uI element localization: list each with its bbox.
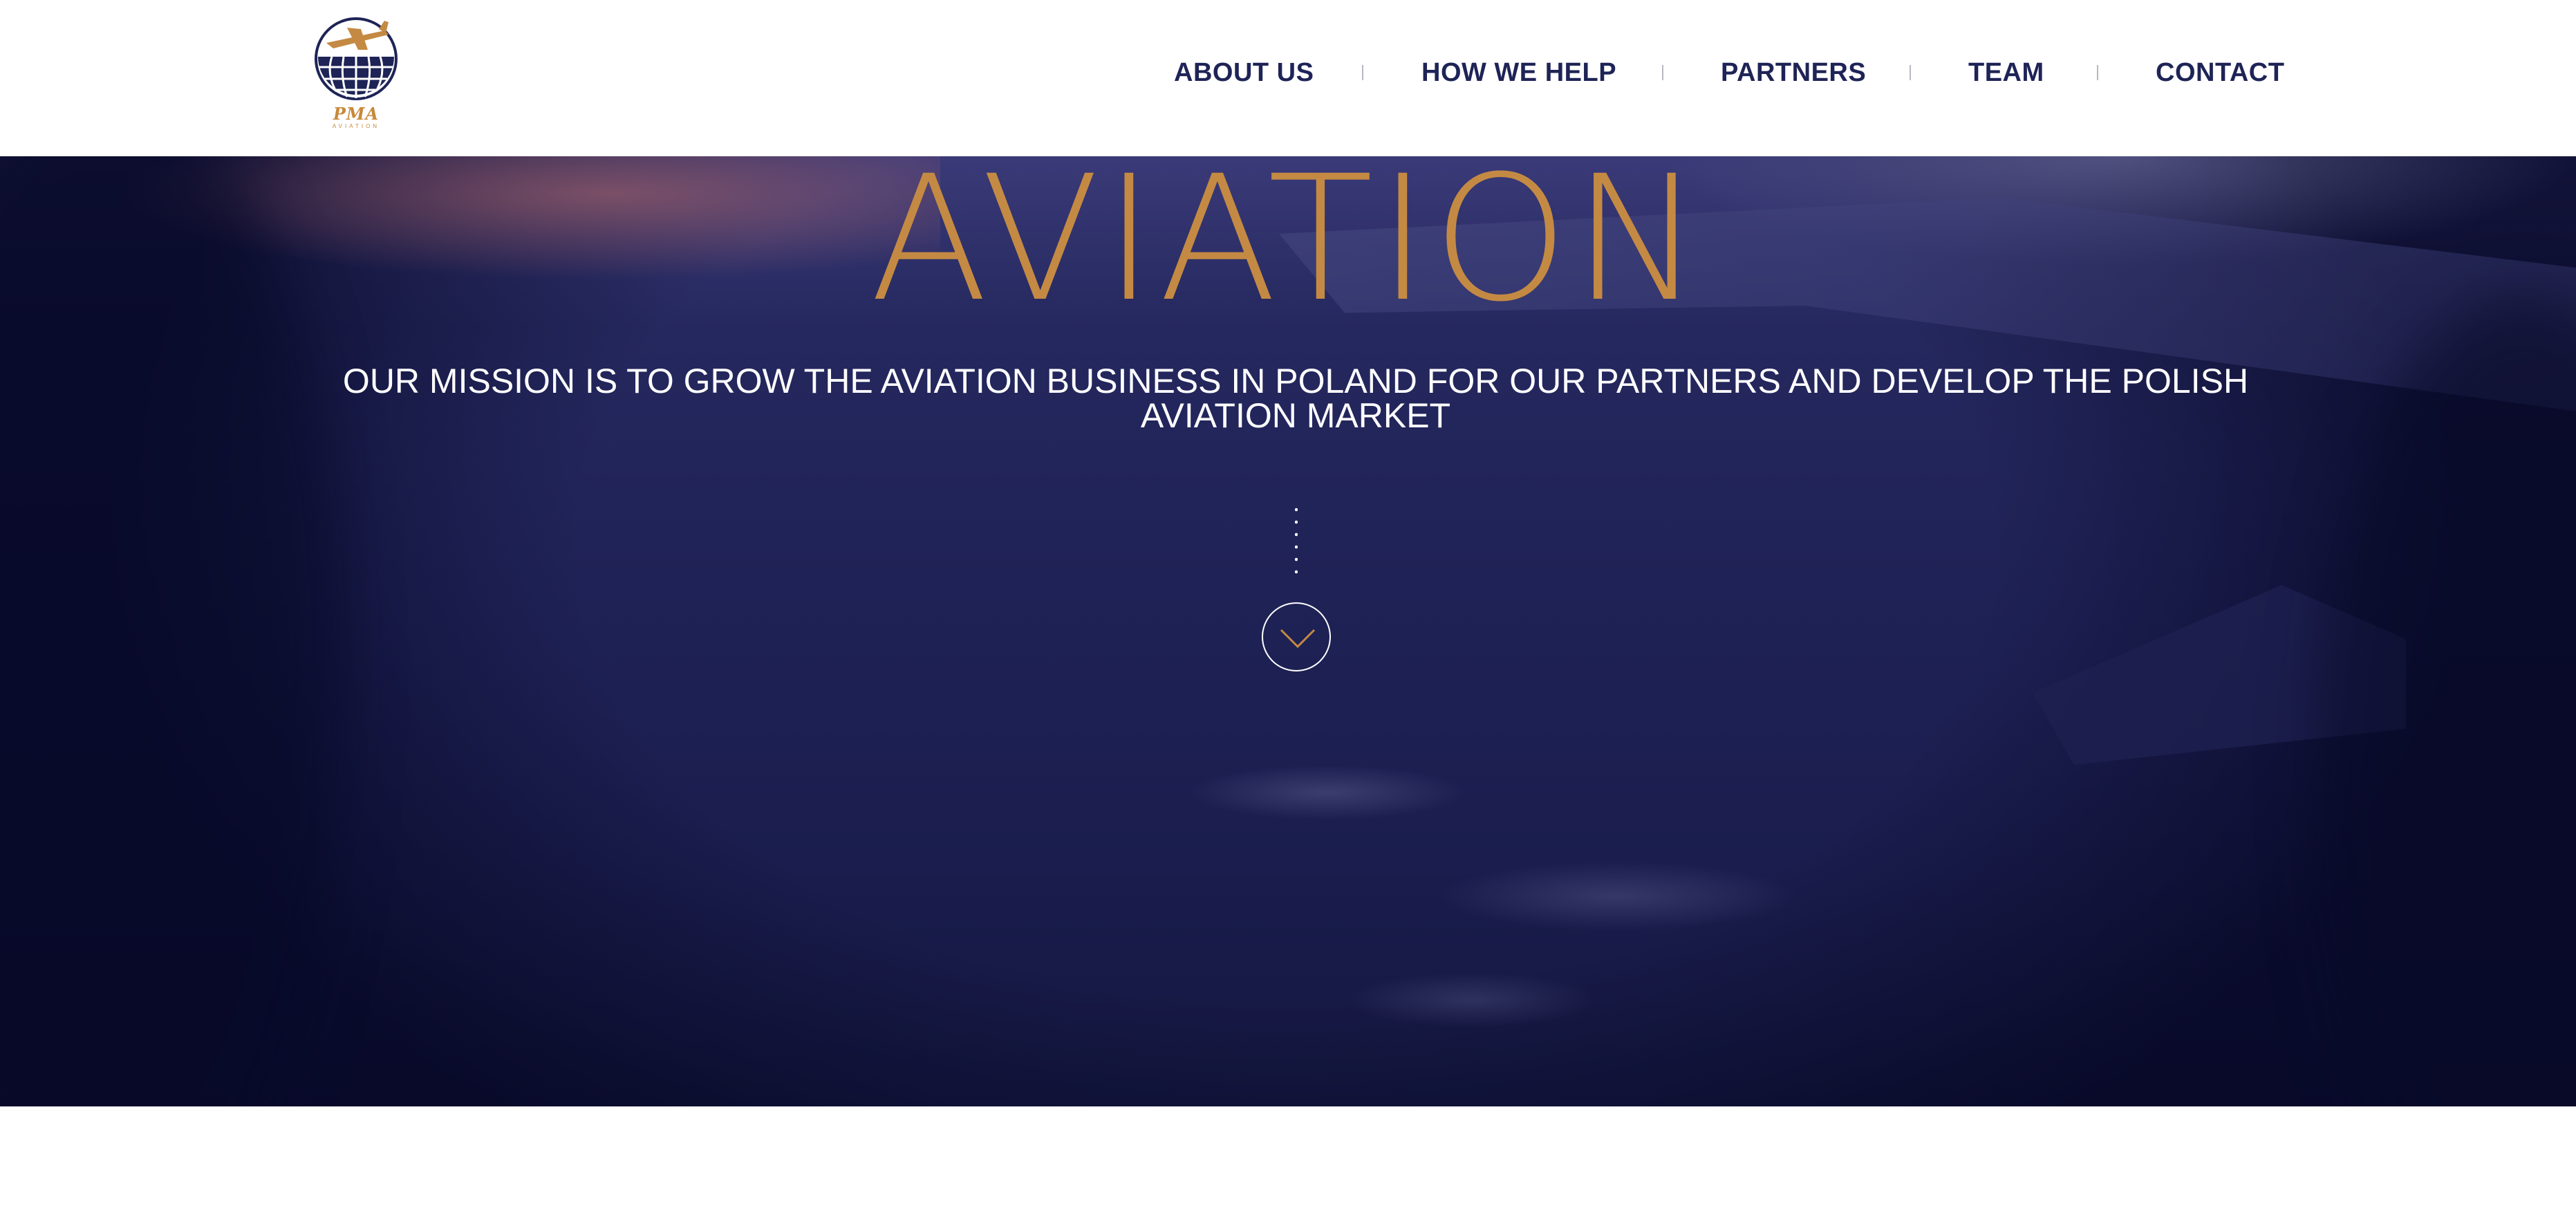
scroll-down-button[interactable] [1262, 602, 1331, 671]
site-header: PMA AVIATION ABOUT US HOW WE HELP PARTNE… [0, 0, 2576, 156]
nav-separator [1662, 65, 1663, 80]
nav-separator [1910, 65, 1911, 80]
pma-aviation-logo[interactable]: PMA AVIATION [312, 15, 400, 133]
nav-separator [1362, 65, 1363, 80]
nav-partners[interactable]: PARTNERS [1721, 55, 1866, 90]
dotted-line [1295, 503, 1298, 579]
nav-about-us[interactable]: ABOUT US [1174, 55, 1314, 90]
hero-section: AVIATION OUR MISSION IS TO GROW THE AVIA… [0, 156, 2576, 1106]
nav-separator [2097, 65, 2098, 80]
window-frame-right [2316, 295, 2576, 1106]
chevron-down-icon [1280, 629, 1316, 649]
nav-how-we-help[interactable]: HOW WE HELP [1421, 55, 1616, 90]
logo-text: PMA [333, 104, 380, 124]
globe-plane-icon [315, 17, 398, 100]
hero-title: AVIATION [870, 156, 1706, 340]
nav-team[interactable]: TEAM [1968, 55, 2044, 90]
logo-subtext: AVIATION [332, 123, 380, 129]
hero-mission-statement: OUR MISSION IS TO GROW THE AVIATION BUSI… [342, 362, 2249, 435]
clouds-image [1037, 723, 2005, 1069]
nav-contact[interactable]: CONTACT [2156, 55, 2284, 90]
